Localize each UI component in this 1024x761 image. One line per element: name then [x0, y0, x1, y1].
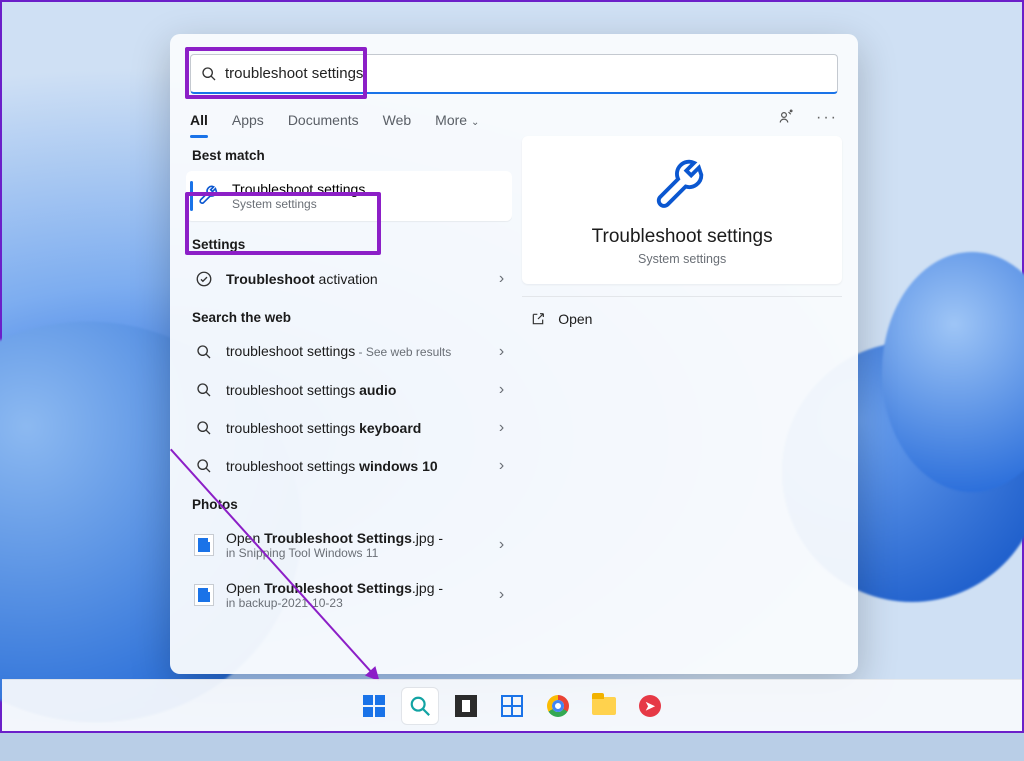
- search-icon: [201, 66, 217, 82]
- account-icon[interactable]: [778, 109, 796, 132]
- tab-all[interactable]: All: [190, 108, 208, 132]
- chevron-right-icon: ›: [499, 270, 504, 288]
- preview-title: Troubleshoot settings: [592, 226, 773, 248]
- chevron-right-icon: ›: [499, 343, 504, 361]
- search-input[interactable]: [225, 65, 827, 82]
- tab-web[interactable]: Web: [383, 108, 412, 132]
- web-result-audio[interactable]: troubleshoot settings audio ›: [186, 371, 512, 409]
- search-icon: [194, 382, 214, 398]
- search-input-container[interactable]: [190, 54, 838, 94]
- section-best-match: Best match: [186, 136, 512, 171]
- start-search-panel: All Apps Documents Web More ⌄ ··· Best m…: [170, 34, 858, 674]
- wrench-icon: [198, 185, 220, 207]
- checkmark-icon: [194, 270, 214, 288]
- search-icon: [194, 458, 214, 474]
- search-icon: [194, 420, 214, 436]
- photo-result-1[interactable]: Open Troubleshoot Settings.jpg - in Snip…: [186, 520, 512, 570]
- photo-result-2[interactable]: Open Troubleshoot Settings.jpg - in back…: [186, 570, 512, 620]
- tab-more[interactable]: More ⌄: [435, 108, 479, 132]
- image-thumbnail-icon: [194, 584, 214, 606]
- more-options-icon[interactable]: ···: [816, 109, 838, 132]
- chevron-right-icon: ›: [499, 381, 504, 399]
- best-match-subtitle: System settings: [232, 197, 365, 211]
- tab-documents[interactable]: Documents: [288, 108, 359, 132]
- chevron-right-icon: ›: [499, 419, 504, 437]
- open-icon: [530, 311, 546, 327]
- tab-apps[interactable]: Apps: [232, 108, 264, 132]
- section-search-web: Search the web: [186, 298, 512, 333]
- web-result-windows10[interactable]: troubleshoot settings windows 10 ›: [186, 447, 512, 485]
- widgets-button[interactable]: [494, 688, 530, 724]
- app-red-icon[interactable]: [632, 688, 668, 724]
- preview-subtitle: System settings: [638, 252, 726, 266]
- file-explorer-icon[interactable]: [586, 688, 622, 724]
- wrench-large-icon: [653, 158, 711, 216]
- taskbar: [2, 679, 1022, 731]
- section-settings: Settings: [186, 225, 512, 260]
- web-result-see-web[interactable]: troubleshoot settings - See web results …: [186, 333, 512, 371]
- task-view-button[interactable]: [448, 688, 484, 724]
- open-action[interactable]: Open: [522, 296, 842, 333]
- best-match-card[interactable]: Troubleshoot settings System settings: [186, 171, 512, 221]
- chrome-icon[interactable]: [540, 688, 576, 724]
- taskbar-search-button[interactable]: [402, 688, 438, 724]
- search-filter-tabs: All Apps Documents Web More ⌄ ···: [170, 100, 858, 136]
- chevron-right-icon: ›: [499, 586, 504, 604]
- settings-item-troubleshoot-activation[interactable]: Troubleshoot activation ›: [186, 260, 512, 298]
- chevron-right-icon: ›: [499, 536, 504, 554]
- image-thumbnail-icon: [194, 534, 214, 556]
- search-icon: [194, 344, 214, 360]
- start-button[interactable]: [356, 688, 392, 724]
- chevron-right-icon: ›: [499, 457, 504, 475]
- web-result-keyboard[interactable]: troubleshoot settings keyboard ›: [186, 409, 512, 447]
- result-preview-card: Troubleshoot settings System settings: [522, 136, 842, 284]
- section-photos: Photos: [186, 485, 512, 520]
- best-match-title: Troubleshoot settings: [232, 181, 365, 197]
